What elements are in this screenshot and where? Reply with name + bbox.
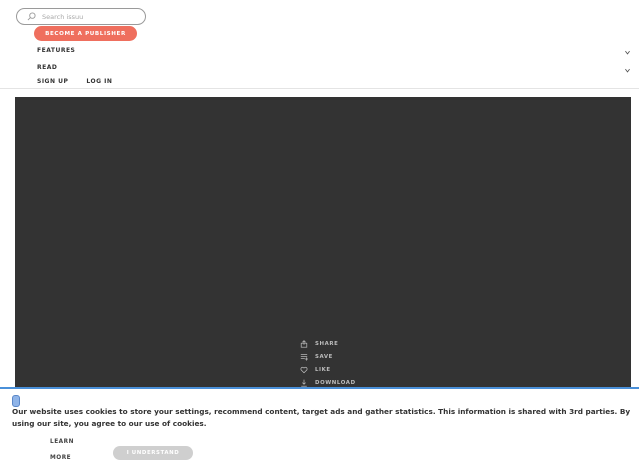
log-in-link[interactable]: LOG IN	[86, 78, 112, 85]
like-button[interactable]: LIKE	[300, 365, 356, 375]
i-understand-button[interactable]: I UNDERSTAND	[113, 446, 193, 460]
heart-icon	[300, 366, 308, 374]
cookie-message: Our website uses cookies to store your s…	[12, 407, 631, 428]
share-button[interactable]: SHARE	[300, 339, 356, 349]
sign-up-link[interactable]: SIGN UP	[37, 78, 68, 85]
download-label: DOWNLOAD	[315, 380, 356, 386]
save-button[interactable]: SAVE	[300, 352, 356, 362]
cookie-banner: Our website uses cookies to store your s…	[0, 387, 639, 469]
document-viewer[interactable]: SHARE SAVE LIKE DOWNLOAD	[15, 97, 631, 389]
share-label: SHARE	[315, 341, 339, 347]
download-icon	[301, 379, 307, 387]
header-divider	[0, 88, 639, 89]
viewer-actions: SHARE SAVE LIKE DOWNLOAD	[300, 339, 356, 388]
save-label: SAVE	[315, 354, 333, 360]
search-input[interactable]	[42, 12, 137, 21]
chevron-down-icon[interactable]	[624, 49, 631, 56]
auth-links: SIGN UP LOG IN	[37, 78, 112, 85]
search-box[interactable]	[16, 8, 146, 25]
like-label: LIKE	[315, 367, 331, 373]
search-icon	[27, 12, 36, 21]
learn-more-label: LEARN MORE	[50, 439, 74, 461]
become-publisher-button[interactable]: BECOME A PUBLISHER	[34, 26, 137, 41]
nav-item-label: FEATURES	[37, 47, 76, 54]
nav-item-label: READ	[37, 64, 58, 71]
nav-item-features[interactable]: FEATURES	[37, 47, 75, 54]
learn-more-link[interactable]: LEARN MORE	[50, 434, 80, 466]
chevron-down-icon[interactable]	[624, 67, 631, 74]
nav-item-read[interactable]: READ	[37, 64, 57, 71]
share-icon	[300, 340, 308, 348]
save-icon	[300, 354, 308, 361]
